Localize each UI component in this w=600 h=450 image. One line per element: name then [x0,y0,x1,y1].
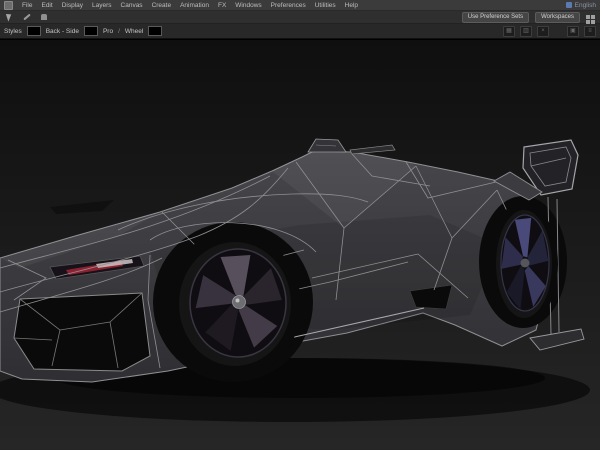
menu-animation[interactable]: Animation [180,2,209,9]
back-side-dropdown[interactable] [83,26,98,36]
menu-bar: File Edit Display Layers Canvas Create A… [0,0,600,11]
pan-tool-icon[interactable] [38,13,49,22]
front-wheel [165,231,301,379]
menu-fx[interactable]: FX [218,2,226,9]
menu-utilities[interactable]: Utilities [315,2,336,9]
split-view-icon[interactable]: ▥ [520,25,532,37]
wheel-dropdown[interactable] [148,26,163,36]
pro-field-label: Pro [102,27,114,35]
quick-access-toolbar: Use Preference Sets Workspaces [0,11,600,24]
pencil-tool-icon[interactable] [21,13,32,22]
field-separator: / [118,27,120,35]
language-badge[interactable]: English [565,1,596,9]
rear-hub [520,258,530,268]
menu-windows[interactable]: Windows [235,2,261,9]
rear-wheel [488,202,558,326]
menu-help[interactable]: Help [345,2,358,9]
workspaces-button[interactable]: Workspaces [535,11,580,23]
language-label: English [574,1,596,9]
layout-grid-icon[interactable]: ▦ [503,25,515,37]
context-toolbar: Styles Back - Side Pro / Wheel ▦ ▥ × ▣ ≡ [0,24,600,39]
language-icon [565,2,572,8]
styles-dropdown[interactable] [26,26,41,36]
menu-file[interactable]: File [22,2,32,9]
front-hub-glint [235,298,240,303]
menu-edit[interactable]: Edit [41,2,52,9]
styles-field-label: Styles [4,27,22,35]
viewport-3d[interactable] [0,40,600,450]
options-icon[interactable]: ≡ [584,25,596,37]
menu-canvas[interactable]: Canvas [121,2,143,9]
menu-display[interactable]: Display [62,2,83,9]
menu-preferences[interactable]: Preferences [271,2,306,9]
front-hub [232,295,246,309]
workspace-grid-icon[interactable] [586,15,590,19]
menu-create[interactable]: Create [152,2,172,9]
application-window: File Edit Display Layers Canvas Create A… [0,0,600,450]
wheel-field-label: Wheel [124,27,144,35]
back-side-field-label: Back - Side [45,27,79,35]
app-logo-icon [4,0,13,10]
viewport-3d-model [0,40,600,450]
close-view-icon[interactable]: × [537,25,549,37]
menu-layers[interactable]: Layers [92,2,112,9]
snap-icon[interactable]: ▣ [567,25,579,37]
use-preference-sets-button[interactable]: Use Preference Sets [461,11,530,23]
select-tool-icon[interactable] [4,12,15,22]
